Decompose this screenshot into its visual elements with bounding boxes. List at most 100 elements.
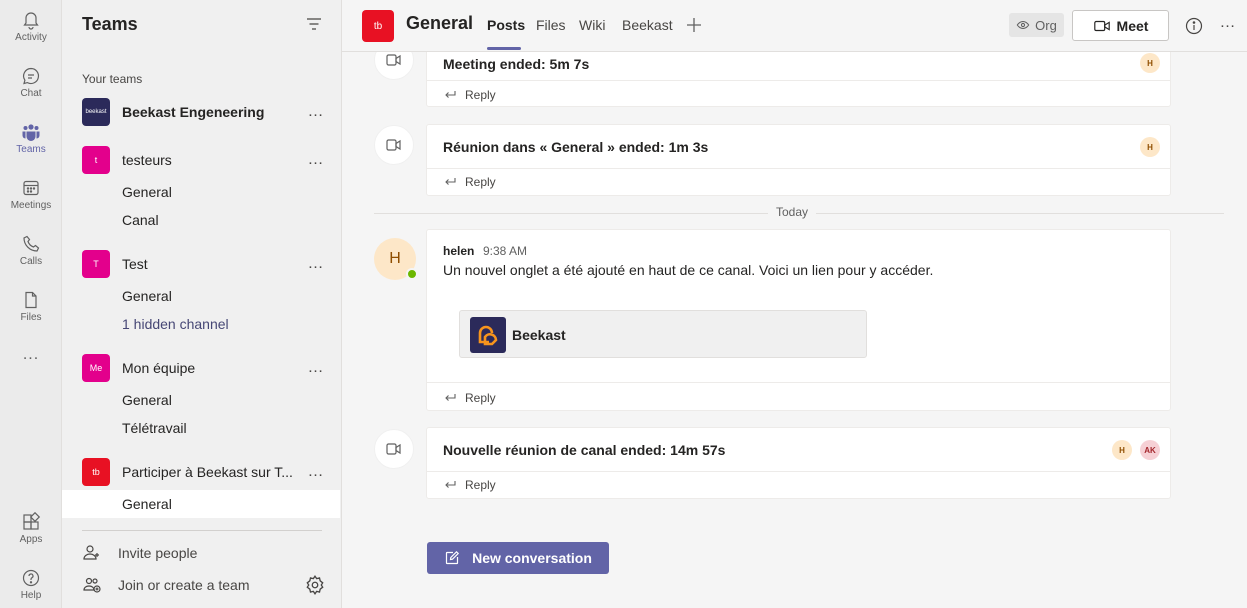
appbar-chat[interactable]: Chat <box>0 60 62 112</box>
teams-icon <box>22 124 40 141</box>
channel-canal[interactable]: Canal <box>62 206 340 234</box>
reply-button[interactable]: Reply <box>443 83 496 107</box>
appbar-more[interactable]: ... <box>0 346 62 370</box>
message-body: Réunion dans « General » ended: 1m 3s H <box>427 125 1170 169</box>
beekast-logo-icon <box>470 317 506 353</box>
avatar-text: Me <box>89 363 103 373</box>
reply-label: Reply <box>465 391 496 405</box>
meet-label: Meet <box>1116 17 1149 34</box>
meeting-ended-text: Réunion dans « General » ended: 1m 3s <box>443 139 709 155</box>
reply-label: Reply <box>465 88 496 102</box>
team-testeurs[interactable]: t testeurs … <box>62 140 342 180</box>
more-options-icon[interactable]: … <box>306 151 326 169</box>
team-avatar: tb <box>362 10 394 42</box>
message-body: Meeting ended: 5m 7s H <box>427 52 1170 81</box>
channel-general[interactable]: General <box>62 282 340 310</box>
appbar-activity[interactable]: Activity <box>0 4 62 56</box>
teams-sidebar: Teams Your teams beekast Beekast Engenee… <box>62 0 342 608</box>
appbar-label: Activity <box>15 32 47 43</box>
reply-button[interactable]: Reply <box>443 473 496 497</box>
participant-avatar: H <box>1140 137 1160 157</box>
post-message: helen 9:38 AM Un nouvel onglet a été ajo… <box>426 229 1171 411</box>
reply-icon <box>445 178 456 185</box>
appbar-label: Help <box>20 590 42 601</box>
meeting-icon <box>374 125 414 165</box>
join-create-label: Join or create a team <box>118 577 250 593</box>
meet-button[interactable]: Meet <box>1072 10 1169 41</box>
tab-files[interactable]: Files <box>536 17 566 33</box>
appbar-teams[interactable]: Teams <box>0 116 62 168</box>
team-name: testeurs <box>122 152 172 168</box>
file-icon <box>25 291 37 309</box>
message-text: Un nouvel onglet a été ajouté en haut de… <box>443 262 934 278</box>
reply-icon <box>445 481 456 488</box>
channel-label: General <box>122 288 172 304</box>
appbar-apps[interactable]: Apps <box>0 506 62 558</box>
avatar-text: H <box>389 250 401 267</box>
more-options-icon[interactable]: … <box>306 103 326 121</box>
message-body: Nouvelle réunion de canal ended: 14m 57s… <box>427 428 1170 472</box>
gear-icon[interactable] <box>304 574 326 596</box>
more-options-icon[interactable]: … <box>306 463 326 481</box>
appbar-meetings[interactable]: Meetings <box>0 172 62 224</box>
info-icon[interactable] <box>1184 16 1204 36</box>
date-divider-label: Today <box>768 205 817 219</box>
author-name: helen <box>443 244 475 258</box>
timestamp: 9:38 AM <box>483 244 528 258</box>
team-participer-beekast[interactable]: tb Participer à Beekast sur T... … <box>62 452 342 492</box>
channel-general[interactable]: General <box>62 178 340 206</box>
avatar-text: H <box>1119 445 1125 455</box>
appbar-help[interactable]: Help <box>0 562 62 608</box>
bell-icon <box>23 12 39 30</box>
tab-beekast[interactable]: Beekast <box>622 17 673 33</box>
appbar-calls[interactable]: Calls <box>0 228 62 280</box>
chat-icon <box>23 67 40 85</box>
channel-general-selected[interactable]: General <box>62 490 340 518</box>
org-button[interactable]: Org <box>1009 13 1064 37</box>
team-test[interactable]: T Test … <box>62 244 342 284</box>
meeting-message: Réunion dans « General » ended: 1m 3s H … <box>426 124 1171 196</box>
appbar-files[interactable]: Files <box>0 284 62 336</box>
team-avatar: t <box>82 146 110 174</box>
new-conversation-label: New conversation <box>472 550 592 566</box>
appbar-label: Meetings <box>10 200 52 211</box>
team-name: Participer à Beekast sur T... <box>122 464 292 480</box>
tab-posts[interactable]: Posts <box>487 17 525 33</box>
filter-icon[interactable] <box>304 14 324 34</box>
reply-button[interactable]: Reply <box>443 386 496 410</box>
team-avatar: beekast <box>82 98 110 126</box>
reply-label: Reply <box>465 478 496 492</box>
phone-icon <box>23 235 40 252</box>
apps-icon <box>23 512 41 530</box>
more-options-icon[interactable]: … <box>306 255 326 273</box>
video-camera-icon <box>386 139 401 151</box>
plus-icon[interactable] <box>684 15 704 35</box>
new-conversation-button[interactable]: New conversation <box>427 542 609 574</box>
channel-general[interactable]: General <box>62 386 340 414</box>
channel-header: tb General Posts Files Wiki Beekast Org … <box>342 0 1247 52</box>
avatar-text: AK <box>1144 445 1156 455</box>
tab-wiki[interactable]: Wiki <box>579 17 605 33</box>
hidden-channels-link[interactable]: 1 hidden channel <box>62 310 340 338</box>
appbar-label: Chat <box>20 88 42 99</box>
more-options-icon[interactable]: … <box>306 359 326 377</box>
video-camera-icon <box>1093 20 1110 31</box>
add-person-icon <box>83 545 99 560</box>
avatar-text: H <box>1147 142 1153 152</box>
join-create-team-button[interactable]: Join or create a team <box>82 573 312 597</box>
beekast-tab-card[interactable]: Beekast <box>459 310 867 358</box>
reply-button[interactable]: Reply <box>443 170 496 194</box>
video-camera-icon <box>386 443 401 455</box>
team-avatar: T <box>82 250 110 278</box>
team-beekast-engeneering[interactable]: beekast Beekast Engeneering … <box>62 92 342 132</box>
conversation-feed: Meeting ended: 5m 7s H Reply Réunion dan… <box>342 52 1247 608</box>
eye-icon <box>1016 20 1030 30</box>
reply-icon <box>445 91 456 98</box>
channel-teletravail[interactable]: Télétravail <box>62 414 340 442</box>
more-icon: ... <box>22 346 40 363</box>
team-mon-equipe[interactable]: Me Mon équipe … <box>62 348 342 388</box>
invite-people-button[interactable]: Invite people <box>82 541 312 565</box>
appbar-label: Files <box>20 312 42 323</box>
team-name: Mon équipe <box>122 360 196 376</box>
more-options-icon[interactable]: … <box>1218 14 1238 34</box>
